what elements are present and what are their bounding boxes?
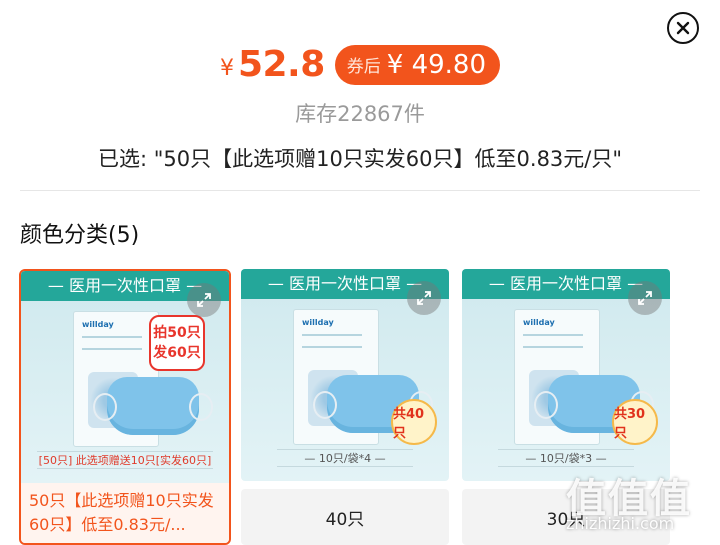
promo-badge: 拍50只 发60只 bbox=[149, 315, 205, 371]
price-row: ¥ 52.8 券后 ¥ 49.80 bbox=[0, 44, 720, 85]
package-logo: willday bbox=[82, 320, 114, 329]
coupon-price-badge: 券后 ¥ 49.80 bbox=[334, 44, 501, 85]
count-badge: 共40只 bbox=[391, 399, 437, 445]
expand-button[interactable] bbox=[187, 283, 221, 317]
yen-symbol: ¥ bbox=[219, 56, 234, 81]
selected-option-text: 已选: "50只【此选项赠10只实发60只】低至0.83元/只" bbox=[97, 147, 623, 171]
expand-icon bbox=[417, 291, 431, 305]
section-title: 颜色分类(5) bbox=[20, 223, 140, 248]
coupon-label: 券后 bbox=[346, 57, 381, 77]
option-card-50[interactable]: — 医用一次性口罩 — willday 拍50只 发60只 [50只] 此选项赠送… bbox=[19, 269, 231, 545]
package-logo: willday bbox=[523, 318, 555, 327]
expand-icon bbox=[638, 291, 652, 305]
image-label: — 10只/袋*3 — bbox=[498, 449, 634, 467]
option-image: — 医用一次性口罩 — willday 共40只 — 10只/袋*4 — bbox=[241, 269, 449, 481]
price-value: 52.8 bbox=[237, 44, 325, 85]
count-badge: 共30只 bbox=[612, 399, 658, 445]
divider bbox=[20, 190, 700, 191]
image-label: [50只] 此选项赠送10只[实发60只] bbox=[37, 451, 213, 469]
expand-button[interactable] bbox=[407, 281, 441, 315]
package-text-lines bbox=[302, 334, 362, 348]
expand-button[interactable] bbox=[628, 281, 662, 315]
option-image: — 医用一次性口罩 — willday 共30只 — 10只/袋*3 — bbox=[462, 269, 670, 481]
stock-count: 库存22867件 bbox=[295, 102, 425, 126]
expand-icon bbox=[197, 293, 211, 307]
package-logo: willday bbox=[302, 318, 334, 327]
package-text-lines bbox=[82, 336, 142, 350]
option-caption: 40只 bbox=[241, 489, 449, 545]
image-label: — 10只/袋*4 — bbox=[277, 449, 413, 467]
close-icon bbox=[676, 21, 690, 35]
watermark-url: zhizhizhi.com bbox=[566, 514, 675, 533]
coupon-price: ¥ 49.80 bbox=[386, 49, 487, 80]
close-button[interactable] bbox=[667, 12, 699, 44]
option-caption: 50只【此选项赠10只实发60只】低至0.83元/... bbox=[21, 483, 229, 543]
option-image: — 医用一次性口罩 — willday 拍50只 发60只 [50只] 此选项赠送… bbox=[21, 271, 229, 483]
mask-image bbox=[93, 377, 213, 435]
option-card-40[interactable]: — 医用一次性口罩 — willday 共40只 — 10只/袋*4 — 40只 bbox=[241, 269, 449, 545]
package-text-lines bbox=[523, 334, 583, 348]
